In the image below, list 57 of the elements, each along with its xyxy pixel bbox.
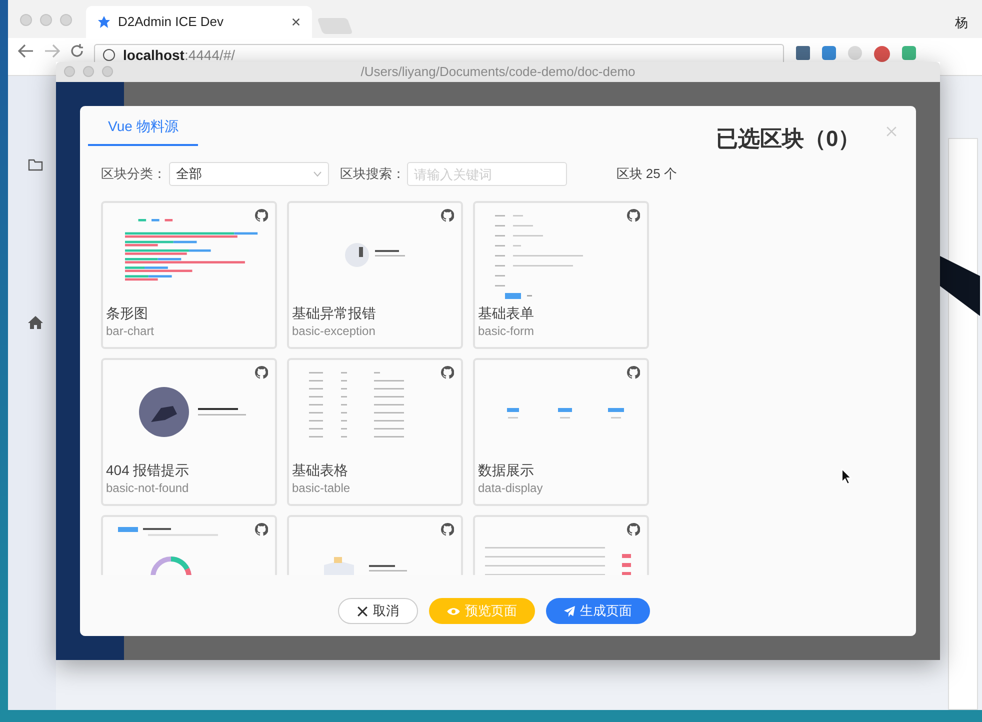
info-icon[interactable] <box>103 49 115 61</box>
block-title: 基础表格 <box>291 461 349 480</box>
close-icon <box>357 606 368 616</box>
block-card[interactable]: 基础异常报错 basic-exception <box>287 201 463 349</box>
browser-tab[interactable]: D2Admin ICE Dev <box>86 6 312 38</box>
window-title: /Users/liyang/Documents/code-demo/doc-demo <box>360 63 636 82</box>
cat-icon[interactable] <box>441 366 454 379</box>
block-card[interactable]: 数据展示 data-display <box>473 358 649 506</box>
cat-icon[interactable] <box>255 366 268 379</box>
block-name: basic-form <box>477 323 536 339</box>
send-icon <box>564 606 575 616</box>
back-icon[interactable] <box>18 44 34 58</box>
block-title: 404 报错提示 <box>105 461 190 480</box>
source-tab[interactable]: Vue 物料源 <box>88 116 198 146</box>
category-select[interactable]: 全部 <box>169 162 329 186</box>
preview-thumbnail-drawing <box>345 243 407 267</box>
block-name: bar-chart <box>105 323 156 339</box>
reload-icon[interactable] <box>70 44 84 58</box>
close-tab-icon[interactable] <box>292 18 300 26</box>
folder-icon <box>28 158 43 171</box>
block-title: 数据展示 <box>477 461 535 480</box>
generate-button[interactable]: 生成页面 <box>546 598 650 624</box>
forward-icon[interactable] <box>44 44 60 58</box>
cat-icon[interactable] <box>627 366 640 379</box>
block-title: 基础表单 <box>477 304 535 323</box>
url-text: localhost:4444/#/ <box>123 46 236 64</box>
search-label: 区块搜索： <box>340 165 405 184</box>
extension-icon[interactable] <box>874 46 890 62</box>
extension-icon[interactable] <box>822 46 836 60</box>
block-card[interactable]: 基础表格 basic-table <box>287 358 463 506</box>
block-title: 条形图 <box>105 304 149 323</box>
block-count: 区块 25 个 <box>616 165 677 184</box>
category-label: 区块分类： <box>101 165 166 184</box>
cat-icon[interactable] <box>441 523 454 536</box>
block-name: basic-table <box>291 480 352 496</box>
star-logo-icon <box>98 16 110 28</box>
block-card[interactable]: 条形图 bar-chart <box>101 201 277 349</box>
cat-icon[interactable] <box>255 209 268 222</box>
cat-icon[interactable] <box>627 523 640 536</box>
block-name: basic-not-found <box>105 480 190 496</box>
cancel-button[interactable]: 取消 <box>338 598 418 624</box>
block-name: basic-exception <box>291 323 376 339</box>
profile-name[interactable]: 杨 <box>955 13 968 32</box>
cat-icon[interactable] <box>255 523 268 536</box>
home-icon <box>28 316 43 329</box>
block-card[interactable]: 基础表单 basic-form <box>473 201 649 349</box>
selected-blocks-title: 已选区块（0） <box>716 125 860 153</box>
chevron-down-icon <box>313 171 322 177</box>
block-card[interactable]: 404 报错提示 basic-not-found <box>101 358 277 506</box>
tab-title: D2Admin ICE Dev <box>118 13 224 32</box>
mouse-cursor-icon <box>841 468 852 485</box>
cat-icon[interactable] <box>441 209 454 222</box>
block-title: 基础异常报错 <box>291 304 377 323</box>
block-name: data-display <box>477 480 544 496</box>
cat-icon[interactable] <box>627 209 640 222</box>
eye-icon <box>447 606 460 616</box>
extension-icon[interactable] <box>902 46 916 60</box>
